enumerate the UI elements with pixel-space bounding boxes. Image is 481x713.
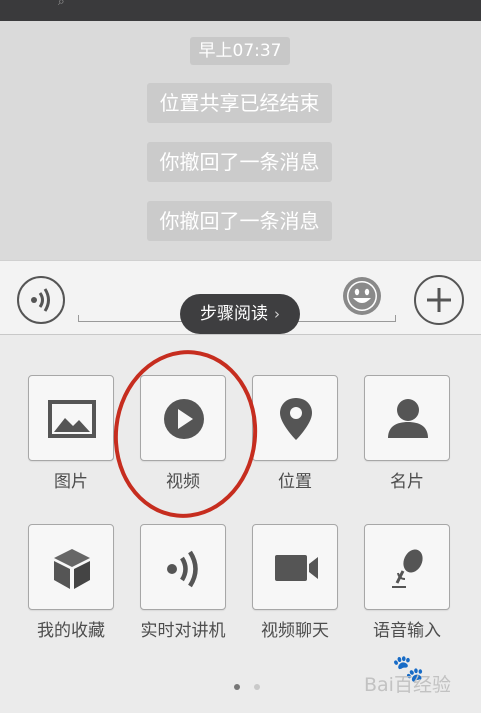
tile-icon-box [28, 375, 114, 461]
contact-card-icon [388, 399, 428, 438]
tile-label: 视频聊天 [261, 621, 329, 641]
more-button[interactable] [414, 275, 464, 325]
tile-icon-box [252, 524, 338, 610]
tile-icon-box [364, 375, 450, 461]
plus-icon [427, 288, 451, 312]
tile-label: 图片 [54, 472, 88, 492]
page-indicator [230, 684, 270, 692]
voice-waves-icon [31, 288, 50, 312]
microphone-icon [392, 549, 423, 588]
timestamp-label: 早上07:37 [190, 37, 290, 65]
emoji-button[interactable] [343, 277, 381, 315]
smiley-icon [345, 279, 379, 313]
step-reading-button[interactable]: 步骤阅读 › [180, 294, 300, 334]
top-status-bar: ⌕ [0, 0, 481, 21]
tile-label: 名片 [390, 472, 424, 492]
watermark-text: Bai百经验 [364, 674, 451, 696]
video-camera-icon [275, 555, 318, 581]
page-dot-active [234, 684, 240, 690]
system-message: 位置共享已经结束 [147, 83, 332, 123]
system-message: 你撤回了一条消息 [147, 201, 332, 241]
location-pin-icon [280, 398, 312, 440]
voice-toggle-button[interactable] [17, 276, 65, 324]
tile-label: 我的收藏 [37, 621, 105, 641]
image-icon [48, 400, 96, 438]
favorites-box-icon [54, 549, 90, 589]
tile-icon-box [252, 375, 338, 461]
tile-icon-box [28, 524, 114, 610]
tile-icon-box [364, 524, 450, 610]
system-message: 你撤回了一条消息 [147, 142, 332, 182]
search-icon: ⌕ [58, 0, 65, 8]
tile-label: 语音输入 [373, 621, 441, 641]
page-dot[interactable] [254, 684, 260, 690]
tile-label: 实时对讲机 [140, 621, 226, 641]
chevron-right-icon: › [274, 305, 280, 323]
tile-label: 位置 [278, 472, 312, 492]
step-reading-label: 步骤阅读 [200, 304, 268, 324]
chat-area: 早上07:37 位置共享已经结束 你撤回了一条消息 你撤回了一条消息 [0, 21, 481, 260]
walkie-talkie-icon [167, 550, 198, 588]
watermark-logo: 🐾 Bai百经验 [364, 654, 476, 704]
tile-icon-box [140, 524, 226, 610]
